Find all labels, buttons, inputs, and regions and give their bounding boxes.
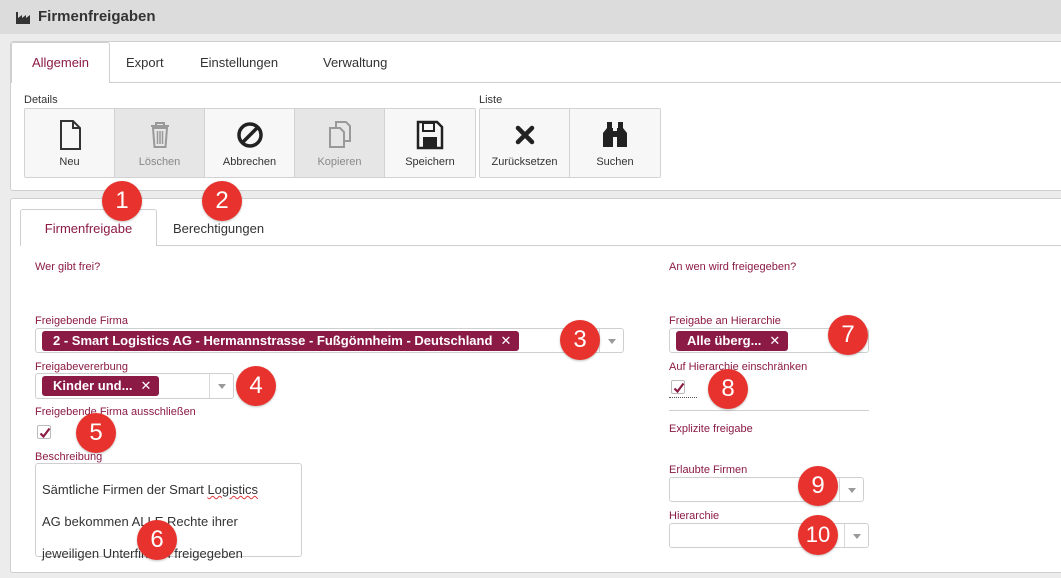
search-button-label: Suchen xyxy=(596,156,634,168)
checkmark-icon xyxy=(673,382,685,394)
chevron-down-icon[interactable] xyxy=(844,524,868,547)
freigebende-firma-select[interactable]: 2 - Smart Logistics AG - Hermannstrasse … xyxy=(35,328,624,353)
details-group-label: Details xyxy=(24,94,58,106)
left-heading: Wer gibt frei? xyxy=(35,261,101,273)
copy-button-label: Kopieren xyxy=(317,156,362,168)
hierarchie-select[interactable] xyxy=(669,523,869,548)
chevron-down-icon[interactable] xyxy=(839,478,863,501)
explizit-divider xyxy=(669,410,869,411)
save-button-label: Speichern xyxy=(405,156,455,168)
annotation-badge: 5 xyxy=(76,413,116,453)
new-button[interactable]: Neu xyxy=(25,109,115,177)
cancel-button[interactable]: Abbrechen xyxy=(205,109,295,177)
copy-icon xyxy=(329,121,351,148)
erlaubte-firmen-label: Erlaubte Firmen xyxy=(669,464,748,476)
remove-tag-icon[interactable]: ✕ xyxy=(140,378,151,393)
details-toolbar: Neu Löschen Abbrechen Kopieren Speichern xyxy=(24,108,476,178)
annotation-badge: 4 xyxy=(236,366,276,406)
save-button[interactable]: Speichern xyxy=(385,109,475,177)
annotation-badge: 3 xyxy=(560,320,600,360)
einschraenken-checkbox[interactable] xyxy=(671,380,685,394)
ausschliessen-checkbox[interactable] xyxy=(37,425,51,439)
reset-x-icon xyxy=(515,125,535,145)
freigabevererbung-label: Freigabevererbung xyxy=(35,361,128,373)
tab-allgemein[interactable]: Allgemein xyxy=(11,42,110,83)
factory-icon xyxy=(16,12,30,24)
right-heading: An wen wird freigegeben? xyxy=(669,261,797,273)
annotation-badge: 9 xyxy=(798,466,838,506)
annotation-badge: 7 xyxy=(828,315,868,355)
freigabevererbung-select[interactable]: Kinder und... ✕ xyxy=(35,373,234,399)
checkmark-icon xyxy=(39,427,51,439)
delete-button[interactable]: Löschen xyxy=(115,109,205,177)
remove-tag-icon[interactable]: ✕ xyxy=(769,333,780,348)
freigebende-firma-tag: 2 - Smart Logistics AG - Hermannstrasse … xyxy=(42,331,520,351)
ausschliessen-label: Freigebende Firma ausschließen xyxy=(35,406,196,418)
freigabevererbung-value: Kinder und... xyxy=(53,378,133,393)
tab-export[interactable]: Export xyxy=(126,55,164,70)
focus-underline xyxy=(669,397,697,398)
save-icon xyxy=(416,120,444,150)
hierarchie-label: Hierarchie xyxy=(669,510,720,522)
cancel-button-label: Abbrechen xyxy=(222,156,277,168)
new-button-label: Neu xyxy=(59,156,80,168)
beschreibung-line1-text: Sämtliche Firmen der Smart xyxy=(42,482,208,497)
copy-button[interactable]: Kopieren xyxy=(295,109,385,177)
annotation-badge: 1 xyxy=(102,181,142,221)
tab-einstellungen[interactable]: Einstellungen xyxy=(200,55,278,70)
spellcheck-word: Logistics xyxy=(207,482,259,497)
annotation-badge: 8 xyxy=(708,369,748,409)
hierarchie-freigabe-tag: Alle überg... ✕ xyxy=(676,331,789,351)
tab-verwaltung[interactable]: Verwaltung xyxy=(323,55,387,70)
reset-button-label: Zurücksetzen xyxy=(491,156,558,168)
inner-tab-divider xyxy=(157,245,1061,246)
new-document-icon xyxy=(60,120,81,150)
delete-button-label: Löschen xyxy=(138,156,181,168)
chevron-down-icon[interactable] xyxy=(209,374,233,398)
title-bar: Firmenfreigaben xyxy=(0,0,1061,34)
binoculars-icon xyxy=(603,122,627,147)
cancel-icon xyxy=(237,122,263,148)
annotation-badge: 2 xyxy=(202,181,242,221)
hierarchie-freigabe-label: Freigabe an Hierarchie xyxy=(669,315,781,327)
hierarchie-freigabe-value: Alle überg... xyxy=(687,333,762,348)
liste-group-label: Liste xyxy=(479,94,503,106)
liste-toolbar: Zurücksetzen Suchen xyxy=(479,108,661,178)
annotation-badge: 6 xyxy=(137,520,177,560)
reset-button[interactable]: Zurücksetzen xyxy=(480,109,570,177)
tab-divider xyxy=(110,82,1061,83)
freigabevererbung-tag: Kinder und... ✕ xyxy=(42,376,160,396)
explizit-heading: Explizite freigabe xyxy=(669,423,753,435)
chevron-down-icon[interactable] xyxy=(599,329,623,352)
freigebende-firma-value: 2 - Smart Logistics AG - Hermannstrasse … xyxy=(53,333,493,348)
trash-icon xyxy=(151,122,169,148)
search-button[interactable]: Suchen xyxy=(570,109,660,177)
remove-tag-icon[interactable]: ✕ xyxy=(500,333,511,348)
freigebende-firma-label: Freigebende Firma xyxy=(35,315,128,327)
tab-berechtigungen[interactable]: Berechtigungen xyxy=(173,221,264,236)
window-title: Firmenfreigaben xyxy=(38,8,156,25)
tab-firmenfreigabe-label: Firmenfreigabe xyxy=(44,221,133,236)
tab-allgemein-label: Allgemein xyxy=(31,55,90,70)
annotation-badge: 10 xyxy=(798,515,838,555)
